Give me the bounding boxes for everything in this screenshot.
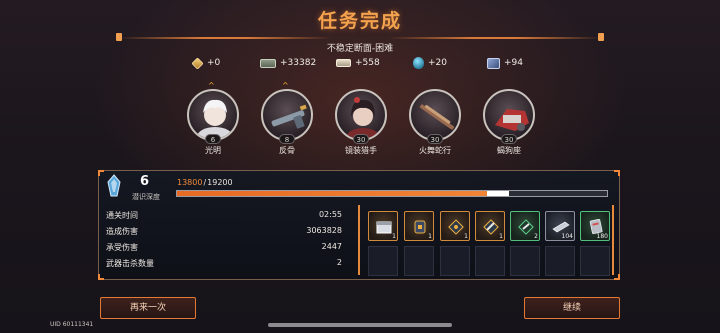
item-count: 2 [534, 233, 538, 240]
item-count: 104 [561, 233, 573, 240]
exp-current: 13800 [177, 178, 203, 187]
character-slot[interactable]: 30 蝎狗座 [478, 86, 540, 158]
chip-module-icon [448, 219, 464, 235]
character-level: 6 [205, 134, 221, 144]
empty-slot [510, 246, 540, 276]
reward-amount: +558 [355, 58, 380, 68]
item-count: 1 [428, 233, 432, 240]
empty-slot [545, 246, 575, 276]
uid-label: UID 60111341 [50, 321, 94, 328]
page-title: 任务完成 [317, 10, 402, 32]
character-name: 反骨 [279, 146, 295, 155]
exp-bar-fill [177, 191, 487, 196]
depth-badge-icon [106, 174, 122, 198]
loot-item[interactable]: 1 [475, 211, 505, 241]
character-slot[interactable]: 30 火舞蛇行 [404, 86, 466, 158]
retry-button[interactable]: 再来一次 [100, 297, 196, 319]
depth-label: 潜识深度 [132, 193, 160, 201]
character-name: 镜装猎手 [345, 146, 377, 155]
character-level: 30 [501, 134, 517, 144]
diamond-currency-icon [191, 56, 204, 70]
empty-slot [475, 246, 505, 276]
loot-item[interactable]: 1 [368, 211, 398, 241]
title-divider-right [388, 37, 602, 39]
stat-label-clear-time: 通关时间 [106, 211, 138, 220]
item-count: 1 [464, 233, 468, 240]
home-indicator[interactable] [268, 323, 452, 327]
character-slot[interactable]: ^ 8 反骨 [256, 82, 318, 158]
empty-slot [368, 246, 398, 276]
character-slot[interactable]: 30 镜装猎手 [330, 86, 392, 158]
empty-slot [440, 246, 470, 276]
reward-amount: +20 [428, 58, 447, 68]
loot-item[interactable]: 2 [510, 211, 540, 241]
character-name: 光明 [205, 146, 221, 155]
stat-value-weapon-kills: 2 [336, 258, 342, 267]
reward-material: +94 [487, 56, 523, 70]
title-divider-cap-right [598, 33, 604, 41]
depth-value: 6 [140, 174, 150, 189]
stat-value-damage-taken: 2447 [321, 242, 342, 251]
supply-crate-icon [376, 221, 392, 234]
loot-item[interactable]: 180 [580, 211, 610, 241]
loot-item[interactable]: 1 [440, 211, 470, 241]
title-divider-left [118, 37, 332, 39]
reward-diamond: +0 [191, 56, 221, 70]
continue-button[interactable]: 继续 [524, 297, 620, 319]
material-box-icon [487, 57, 500, 69]
reward-crystal: +20 [413, 56, 447, 70]
stat-label-damage-dealt: 造成伤害 [106, 227, 138, 236]
item-count: 1 [392, 233, 396, 240]
reward-amount: +33382 [280, 58, 317, 68]
exp-separator: / [203, 178, 207, 187]
empty-slot [404, 246, 434, 276]
stat-label-weapon-kills: 武器击杀数量 [106, 259, 154, 268]
loot-divider-right [612, 205, 614, 275]
reward-cash: +33382 [260, 56, 316, 70]
green-module-icon [518, 219, 534, 235]
empty-slot [580, 246, 610, 276]
exp-bar-gain [487, 191, 509, 196]
loot-divider-left [358, 205, 360, 275]
exp-readout: 13800 / 19200 [177, 178, 233, 187]
character-slot[interactable]: ^ 6 光明 [182, 82, 244, 158]
reward-amount: +94 [504, 58, 523, 68]
character-name: 火舞蛇行 [419, 146, 451, 155]
title-divider-cap-left [116, 33, 122, 41]
weapon-module-icon [483, 219, 499, 235]
reward-ticket: +558 [336, 56, 380, 70]
loot-item[interactable]: 1 [404, 211, 434, 241]
loot-item[interactable]: 104 [545, 211, 575, 241]
stat-value-damage-dealt: 3063828 [306, 226, 342, 235]
reward-amount: +0 [207, 58, 221, 68]
ticket-currency-icon [336, 59, 351, 67]
item-count: 180 [596, 233, 608, 240]
gold-badge-icon [414, 220, 426, 234]
character-level: 30 [427, 134, 443, 144]
stat-label-damage-taken: 承受伤害 [106, 243, 138, 252]
stage-name: 不稳定断面-困难 [326, 44, 394, 54]
item-count: 1 [499, 233, 503, 240]
character-name: 蝎狗座 [497, 146, 521, 155]
exp-max: 19200 [207, 178, 233, 187]
character-level: 8 [279, 134, 295, 144]
cash-currency-icon [260, 58, 276, 68]
stat-value-clear-time: 02:55 [318, 210, 342, 219]
blue-crystal-icon [413, 57, 424, 69]
character-level: 30 [353, 134, 369, 144]
